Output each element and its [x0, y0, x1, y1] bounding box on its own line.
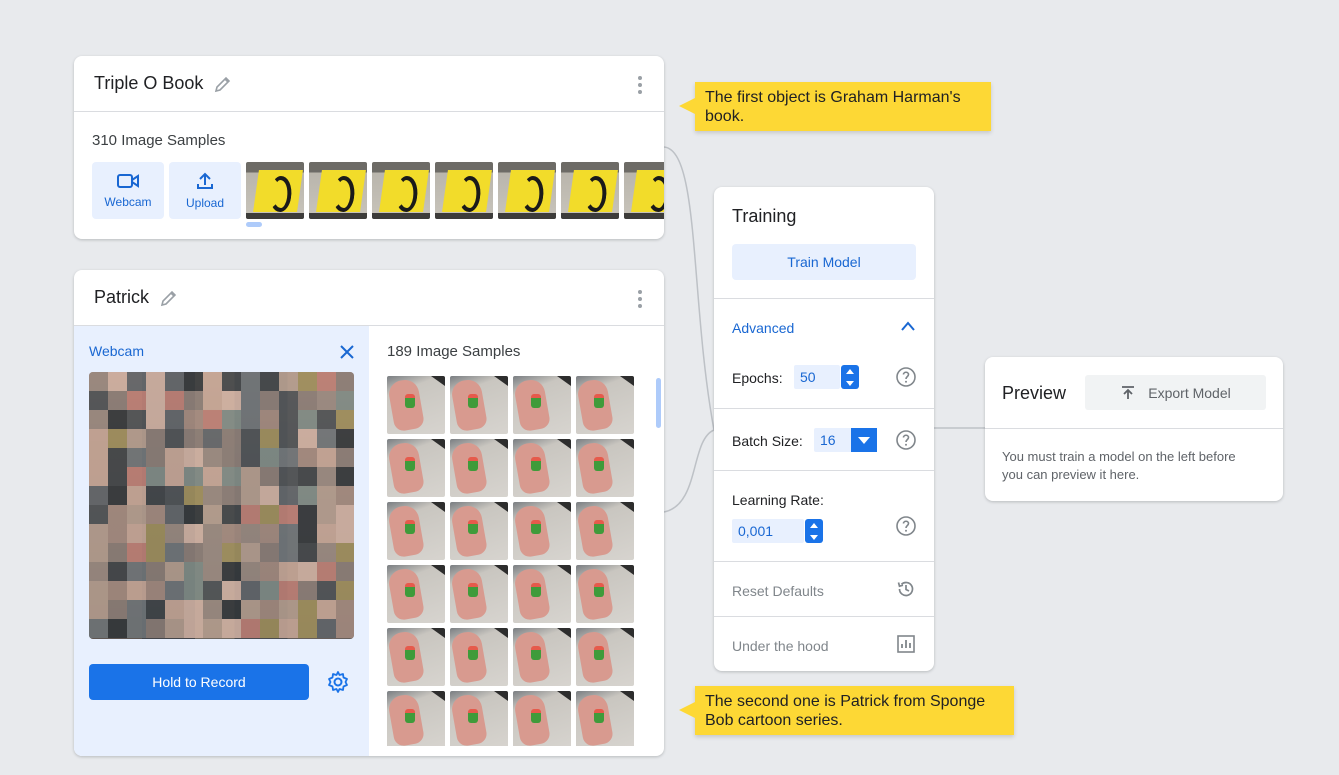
batch-size-label: Batch Size: — [732, 433, 803, 449]
samples-count: 189 Image Samples — [387, 343, 521, 360]
webcam-preview — [89, 372, 354, 639]
history-icon[interactable] — [896, 579, 916, 599]
learning-rate-stepper[interactable] — [805, 519, 823, 543]
sample-thumbnail[interactable] — [498, 162, 556, 219]
divider — [714, 470, 934, 471]
sample-thumbnail[interactable] — [450, 502, 508, 560]
webcam-button[interactable]: Webcam — [92, 162, 164, 219]
export-model-button[interactable]: Export Model — [1085, 375, 1266, 410]
class-card-header: Triple O Book — [74, 56, 664, 112]
help-icon[interactable] — [896, 430, 916, 450]
sample-thumbnail[interactable] — [387, 502, 445, 560]
pencil-icon[interactable] — [159, 288, 179, 308]
preview-message: You must train a model on the left befor… — [1002, 449, 1236, 482]
training-title: Training — [732, 206, 797, 226]
close-icon[interactable] — [339, 344, 355, 360]
sample-thumbnail[interactable] — [576, 376, 634, 434]
learning-rate-input[interactable]: 0,001 — [732, 519, 804, 543]
advanced-toggle[interactable]: Advanced — [732, 320, 794, 336]
webcam-panel: Webcam Hold to Record — [74, 326, 369, 756]
webcam-button-label: Webcam — [104, 194, 152, 209]
training-card: Training Train Model Advanced Epochs: 50… — [714, 187, 934, 671]
divider — [714, 298, 934, 299]
divider — [714, 408, 934, 409]
webcam-panel-title: Webcam — [89, 343, 144, 359]
bar-chart-icon[interactable] — [896, 634, 916, 654]
more-vert-icon[interactable] — [638, 76, 642, 94]
annotation-note: The second one is Patrick from Sponge Bo… — [679, 686, 1014, 735]
sample-thumbnail[interactable] — [513, 376, 571, 434]
sample-thumbnail[interactable] — [387, 565, 445, 623]
divider — [714, 616, 934, 617]
sample-thumbnail[interactable] — [513, 628, 571, 686]
sample-thumbnail[interactable] — [450, 628, 508, 686]
more-vert-icon[interactable] — [638, 290, 642, 308]
gear-icon[interactable] — [326, 670, 350, 694]
upload-button[interactable]: Upload — [169, 162, 241, 219]
sample-thumbnail[interactable] — [387, 439, 445, 497]
chevron-down-icon[interactable] — [851, 428, 877, 452]
sample-thumbnail[interactable] — [387, 376, 445, 434]
sample-thumbnail[interactable] — [450, 691, 508, 746]
samples-count: 310 Image Samples — [92, 132, 226, 149]
sample-thumbnail[interactable] — [372, 162, 430, 219]
sample-grid[interactable] — [387, 376, 637, 746]
sample-thumbnail[interactable] — [576, 565, 634, 623]
help-icon[interactable] — [896, 367, 916, 387]
samples-panel: 189 Image Samples — [369, 326, 664, 756]
sample-thumbnail[interactable] — [576, 691, 634, 746]
upload-button-label: Upload — [185, 195, 225, 210]
sample-thumbnail[interactable] — [513, 691, 571, 746]
divider — [714, 561, 934, 562]
chevron-up-icon[interactable] — [900, 319, 916, 331]
sample-thumbnail[interactable] — [246, 162, 304, 219]
sample-thumbnail[interactable] — [450, 565, 508, 623]
horizontal-scrollbar[interactable] — [246, 222, 262, 227]
upload-icon — [197, 172, 213, 189]
class-card-header: Patrick — [74, 270, 664, 326]
preview-title: Preview — [1002, 383, 1067, 403]
batch-size-select[interactable]: 16 — [814, 428, 852, 452]
divider — [985, 428, 1283, 429]
under-the-hood-button[interactable]: Under the hood — [732, 638, 829, 654]
epochs-label: Epochs: — [732, 370, 783, 386]
class-name[interactable]: Triple O Book — [94, 73, 203, 94]
sample-thumbnails[interactable] — [246, 162, 664, 219]
preview-card: Preview Export Model You must train a mo… — [985, 357, 1283, 501]
sample-thumbnail[interactable] — [576, 502, 634, 560]
sample-thumbnail[interactable] — [450, 439, 508, 497]
sample-thumbnail[interactable] — [513, 502, 571, 560]
epochs-input[interactable]: 50 — [794, 365, 840, 389]
sample-thumbnail[interactable] — [309, 162, 367, 219]
export-icon — [1122, 385, 1135, 399]
hold-to-record-button[interactable]: Hold to Record — [89, 664, 309, 700]
class-card-patrick: Patrick Webcam Hold to Record 189 Image … — [74, 270, 664, 756]
train-model-button[interactable]: Train Model — [732, 244, 916, 280]
sample-thumbnail[interactable] — [450, 376, 508, 434]
reset-defaults-button[interactable]: Reset Defaults — [732, 583, 824, 599]
annotation-note: The first object is Graham Harman's book… — [679, 82, 991, 131]
sample-thumbnail[interactable] — [387, 628, 445, 686]
pencil-icon[interactable] — [213, 74, 233, 94]
sample-thumbnail[interactable] — [576, 439, 634, 497]
class-name[interactable]: Patrick — [94, 287, 149, 308]
sample-thumbnail[interactable] — [387, 691, 445, 746]
sample-thumbnail[interactable] — [561, 162, 619, 219]
sample-thumbnail[interactable] — [435, 162, 493, 219]
sample-thumbnail[interactable] — [624, 162, 664, 219]
sample-thumbnail[interactable] — [513, 565, 571, 623]
epochs-stepper[interactable] — [841, 365, 859, 389]
videocam-icon — [117, 173, 139, 188]
export-model-label: Export Model — [1148, 384, 1231, 401]
class-card-triple-o-book: Triple O Book 310 Image Samples Webcam U… — [74, 56, 664, 239]
sample-thumbnail[interactable] — [576, 628, 634, 686]
learning-rate-label: Learning Rate: — [732, 492, 824, 508]
vertical-scrollbar[interactable] — [656, 378, 661, 428]
help-icon[interactable] — [896, 516, 916, 536]
sample-thumbnail[interactable] — [513, 439, 571, 497]
